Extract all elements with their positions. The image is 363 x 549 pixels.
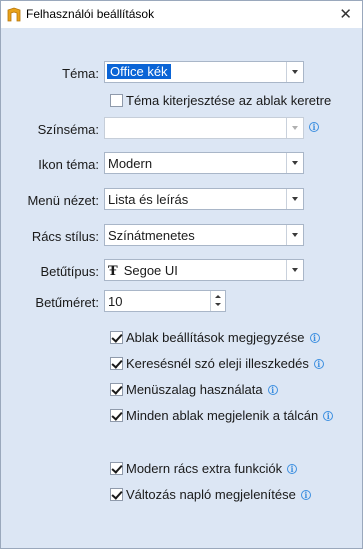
color-scheme-label: Színséma: [37, 122, 99, 137]
checkbox-modern-grid-label: Modern rács extra funkciók i [126, 461, 298, 476]
icon-theme-value: Modern [108, 156, 153, 171]
window-title: Felhasználói beállítások [26, 7, 155, 21]
arrow-up-icon[interactable] [215, 295, 221, 298]
menu-view-value: Lista és leírás [108, 192, 189, 207]
checkbox-window-settings[interactable] [110, 331, 123, 344]
grid-style-value: Színátmenetes [108, 228, 195, 243]
theme-dropdown-button[interactable] [286, 62, 303, 82]
font-value: Segoe UI [123, 263, 178, 278]
checkbox-taskbar-label: Minden ablak megjelenik a tálcán i [126, 408, 334, 423]
font-icon: Ŧ [108, 264, 118, 279]
grid-style-dropdown-button[interactable] [286, 225, 303, 245]
checkbox-modern-grid[interactable] [110, 462, 123, 475]
info-icon[interactable]: i [309, 333, 320, 343]
info-icon[interactable]: i [267, 385, 278, 395]
font-label: Betűtípus: [40, 264, 99, 279]
icon-theme-label: Ikon téma: [38, 157, 99, 172]
font-value-wrap: Ŧ Segoe UI [108, 263, 178, 279]
color-scheme-dropdown-button[interactable] [286, 118, 303, 138]
title-bar: Felhasználói beállítások ✕ [1, 1, 362, 28]
arrow-down-icon[interactable] [215, 303, 221, 306]
grid-style-label: Rács stílus: [31, 229, 99, 244]
checkbox-window-settings-label: Ablak beállítások megjegyzése i [126, 330, 320, 345]
info-icon[interactable]: i [313, 359, 324, 369]
checkbox-changelog[interactable] [110, 488, 123, 501]
checkbox-taskbar[interactable] [110, 409, 123, 422]
info-icon[interactable]: i [287, 464, 298, 474]
icon-theme-combo[interactable]: Modern [104, 152, 304, 174]
theme-combo[interactable]: Office kék [104, 61, 304, 83]
chevron-down-icon [292, 197, 298, 201]
font-size-value: 10 [108, 294, 123, 309]
font-size-label: Betűméret: [35, 295, 99, 310]
checkbox-changelog-label: Változás napló megjelenítése i [126, 487, 311, 502]
font-size-arrows[interactable] [210, 291, 225, 311]
chevron-down-icon [292, 161, 298, 165]
font-size-spinner[interactable]: 10 [104, 290, 226, 312]
settings-panel: Téma: Office kék Téma kiterjesztése az a… [1, 28, 362, 548]
theme-frame-label: Téma kiterjesztése az ablak keretre [126, 93, 332, 108]
info-icon[interactable]: i [323, 411, 334, 421]
font-combo[interactable]: Ŧ Segoe UI [104, 259, 304, 281]
chevron-down-icon [292, 268, 298, 272]
menu-view-combo[interactable]: Lista és leírás [104, 188, 304, 210]
info-icon[interactable]: i [300, 490, 311, 500]
checkbox-ribbon-label: Menüszalag használata i [126, 382, 278, 397]
app-icon [7, 7, 21, 22]
checkbox-ribbon[interactable] [110, 383, 123, 396]
menu-view-dropdown-button[interactable] [286, 189, 303, 209]
font-dropdown-button[interactable] [286, 260, 303, 280]
grid-style-combo[interactable]: Színátmenetes [104, 224, 304, 246]
close-button[interactable]: ✕ [339, 5, 352, 23]
chevron-down-icon [292, 70, 298, 74]
color-scheme-combo[interactable] [104, 117, 304, 139]
info-icon[interactable]: i [309, 122, 319, 132]
chevron-down-icon [292, 126, 298, 130]
theme-label: Téma: [62, 66, 99, 81]
checkbox-search-prefix-label: Keresésnél szó eleji illeszkedés i [126, 356, 324, 371]
theme-frame-checkbox[interactable] [110, 94, 123, 107]
icon-theme-dropdown-button[interactable] [286, 153, 303, 173]
settings-window: Felhasználói beállítások ✕ Téma: Office … [0, 0, 363, 549]
checkbox-search-prefix[interactable] [110, 357, 123, 370]
theme-value: Office kék [107, 64, 171, 79]
chevron-down-icon [292, 233, 298, 237]
menu-view-label: Menü nézet: [27, 193, 99, 208]
